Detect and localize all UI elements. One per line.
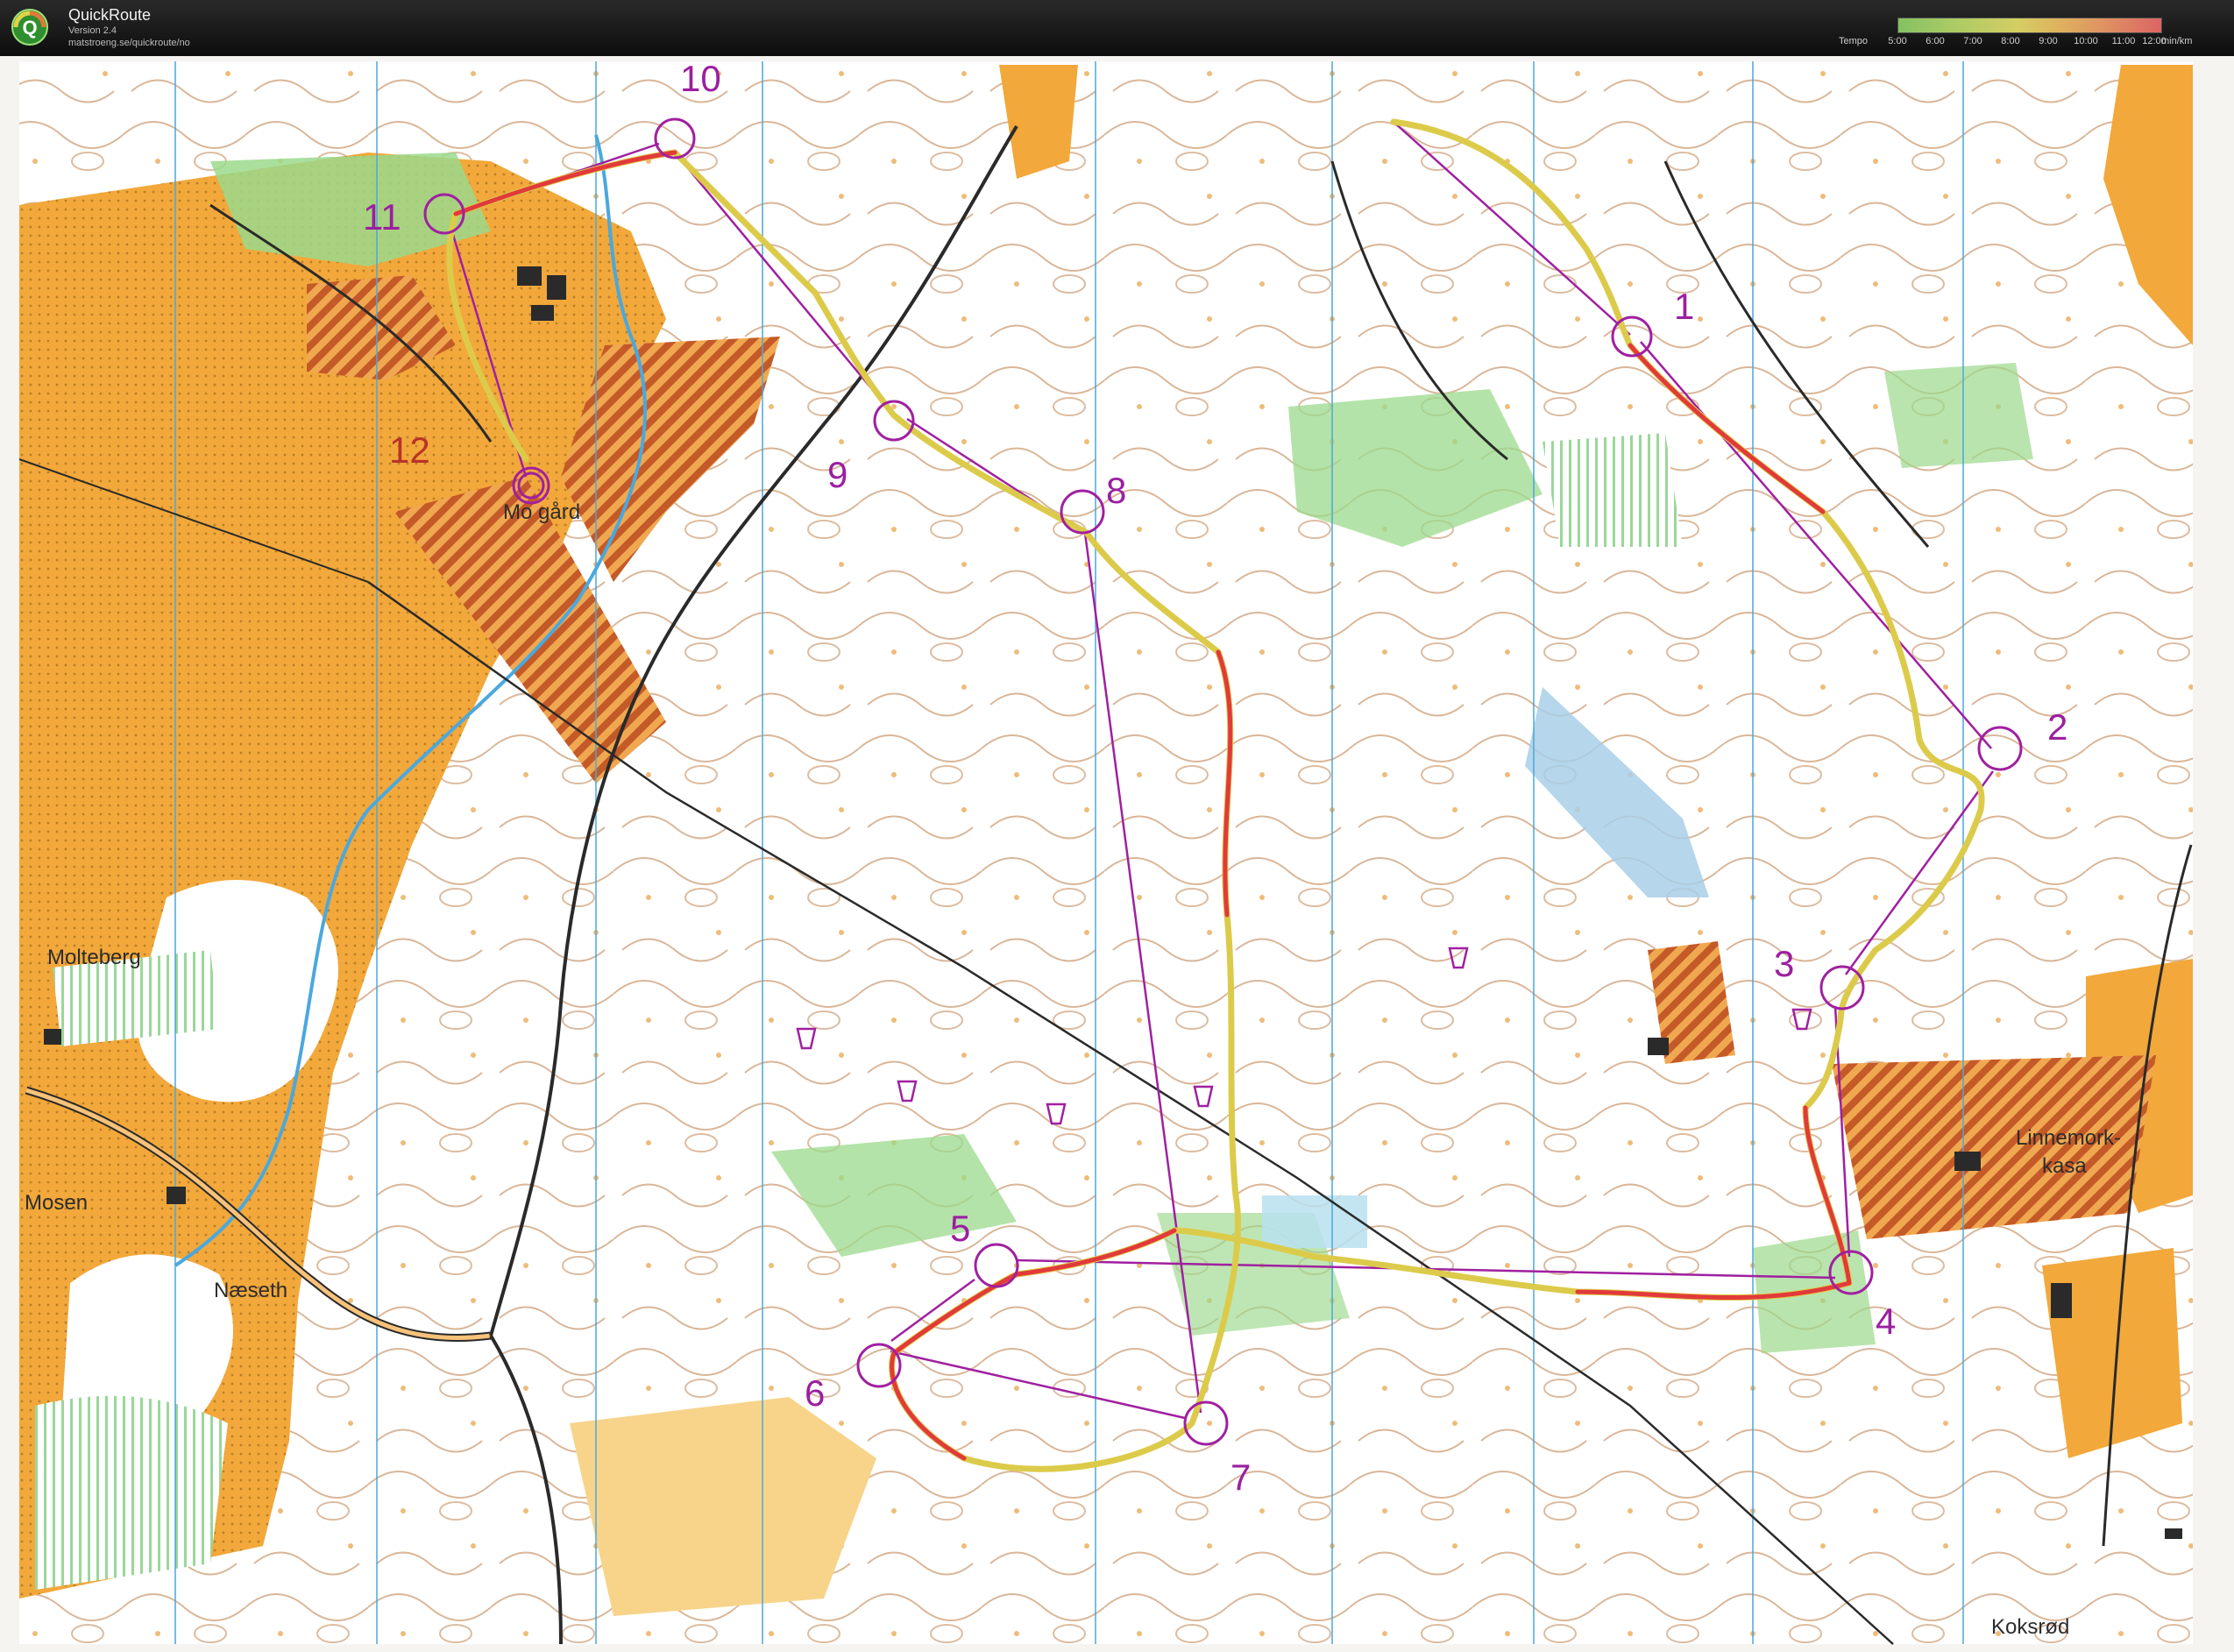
control-number: 1: [1674, 286, 1694, 327]
control-number: 11: [363, 196, 401, 238]
map-canvas[interactable]: 1 2 3 4 5 6 7 8 9 10 11 12 Molteberg Mos…: [0, 56, 2234, 1652]
control-number: 5: [950, 1208, 970, 1249]
app-title: QuickRoute: [68, 6, 152, 24]
place-name: Næseth: [214, 1279, 287, 1302]
water-area: [1262, 1195, 1367, 1248]
tempo-tick: 9:00: [2039, 36, 2058, 46]
tempo-label: Tempo: [1839, 36, 1869, 46]
control-number: 4: [1876, 1301, 1896, 1342]
tempo-tick: 5:00: [1888, 36, 1907, 46]
green-patch: [35, 1395, 228, 1590]
control-number: 8: [1106, 470, 1126, 511]
control-number: 3: [1774, 943, 1794, 984]
orienteering-map[interactable]: 1 2 3 4 5 6 7 8 9 10 11 12 Molteberg Mos…: [0, 56, 2234, 1652]
logo-letter: Q: [22, 17, 37, 39]
place-name: Koksrød: [1991, 1615, 2069, 1639]
quickroute-logo-icon: Q: [11, 9, 48, 46]
tempo-tick: 6:00: [1925, 36, 1945, 46]
tempo-tick: 11:00: [2111, 36, 2136, 46]
tempo-color-scale: [1897, 18, 2162, 33]
tempo-tick: 10:00: [2074, 36, 2098, 46]
place-name: Mo gård: [503, 500, 580, 524]
place-name: Linnemork-: [2016, 1126, 2121, 1150]
app-header: Q QuickRoute Version 2.4 matstroeng.se/q…: [0, 0, 2234, 56]
control-number: 12: [389, 429, 430, 471]
control-number: 2: [2047, 706, 2067, 748]
control-number: 10: [680, 58, 721, 99]
quickroute-window: Q QuickRoute Version 2.4 matstroeng.se/q…: [0, 0, 2234, 1652]
control-number: 9: [827, 454, 848, 495]
tempo-legend: Tempo 5:00 6:00 7:00 8:00 9:00 10:00 11:…: [1839, 14, 2224, 49]
control-number: 6: [805, 1372, 825, 1414]
place-name: Mosen: [25, 1191, 88, 1215]
place-name: kasa: [2042, 1154, 2087, 1178]
green-vegetation: [1543, 433, 1683, 547]
tempo-unit: min/km: [2161, 36, 2193, 46]
app-version: Version 2.4: [68, 25, 117, 36]
place-name: Molteberg: [47, 946, 141, 969]
tempo-tick: 7:00: [1963, 36, 1982, 46]
app-url: matstroeng.se/quickroute/no: [68, 38, 190, 48]
tempo-tick: 8:00: [2001, 36, 2020, 46]
green-vegetation: [1884, 363, 2033, 468]
control-number: 7: [1230, 1457, 1251, 1498]
